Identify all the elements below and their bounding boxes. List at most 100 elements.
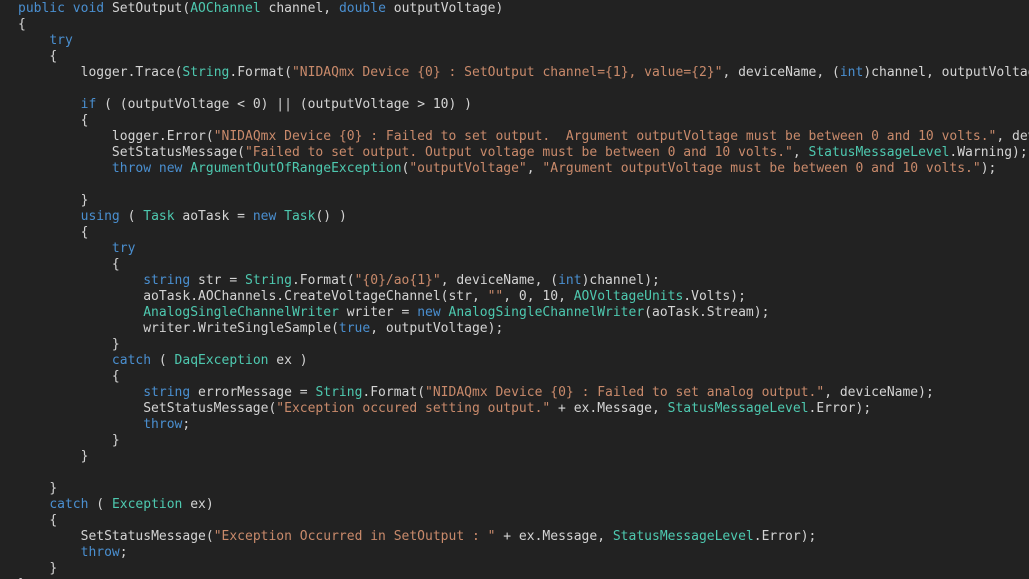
code-line: throw; — [18, 545, 1029, 561]
code-token-punc: ; — [182, 417, 191, 432]
code-editor[interactable]: public void SetOutput (AOChannel channel,… — [0, 0, 1029, 579]
code-token-id: .Warning); — [949, 145, 1028, 160]
code-token-id: SetStatusMessage — [111, 145, 238, 160]
code-token-id: str = — [190, 273, 245, 288]
code-token-id: SetOutput — [111, 1, 183, 16]
code-line: { — [18, 369, 1029, 385]
code-token-id: () ) — [315, 209, 347, 224]
code-token-str: "" — [487, 289, 504, 304]
code-token-punc: ) — [863, 65, 872, 80]
code-token-str: "outputVoltage" — [409, 161, 527, 176]
code-token-id: writer.WriteSingleSample( — [143, 321, 339, 336]
code-token-brace: } — [111, 337, 120, 352]
code-token-brace: { — [49, 49, 58, 64]
code-line: } — [18, 561, 1029, 577]
code-line: throw; — [18, 417, 1029, 433]
code-token-id: , — [526, 289, 543, 304]
code-line: } — [18, 449, 1029, 465]
code-token-id: , deviceName); — [996, 129, 1029, 144]
code-token-id: , — [526, 161, 543, 176]
code-token-punc: ( — [119, 209, 144, 224]
code-line: { — [18, 513, 1029, 529]
code-token-id: , deviceName, — [722, 65, 833, 80]
code-token-kw: string — [143, 385, 191, 400]
code-token-type: StatusMessageLevel — [808, 145, 950, 160]
code-token-type: Exception — [111, 497, 183, 512]
code-token-punc: ( — [832, 65, 840, 80]
code-token-kw: if — [80, 97, 97, 112]
code-token-num: 10 — [542, 289, 559, 304]
code-token-type: AnalogSingleChannelWriter — [448, 305, 645, 320]
code-token-punc: ( — [346, 273, 355, 288]
code-token-type: StatusMessageLevel — [612, 529, 754, 544]
code-token-type: AnalogSingleChannelWriter — [143, 305, 339, 320]
code-token-brace: { — [111, 369, 120, 384]
code-token-id: logger — [80, 65, 128, 80]
code-line: string errorMessage = String.Format("NID… — [18, 385, 1029, 401]
code-token-punc: . — [229, 65, 238, 80]
code-token-num: 10 — [432, 97, 449, 112]
code-token-punc: ( — [284, 65, 292, 80]
code-token-id: SetStatusMessage — [80, 529, 206, 544]
code-text-surface[interactable]: public void SetOutput (AOChannel channel,… — [0, 1, 1029, 579]
code-line: aoTask.AOChannels.CreateVoltageChannel(s… — [18, 289, 1029, 305]
code-token-id: ) ) — [448, 97, 472, 112]
code-token-kw: public — [18, 1, 65, 16]
code-token-id: ex ) — [268, 353, 308, 368]
code-token-punc — [441, 305, 449, 320]
code-token-kw: string — [143, 273, 191, 288]
code-token-id: errorMessage = — [190, 385, 316, 400]
code-token-str: "Argument outputVoltage must be between … — [542, 161, 981, 176]
code-token-brace: { — [80, 113, 89, 128]
code-token-id: Format — [237, 65, 285, 80]
code-token-brace: { — [18, 17, 26, 32]
code-token-str: "Exception Occurred in SetOutput : " — [213, 529, 496, 544]
code-token-id: aoTask.AOChannels.CreateVoltageChannel(s… — [143, 289, 488, 304]
code-token-kw: new — [417, 305, 441, 320]
code-token-kw: using — [80, 209, 120, 224]
code-token-id: ); — [980, 161, 997, 176]
code-token-id: ) || (outputVoltage > — [260, 97, 433, 112]
code-token-str: "Failed to set output. Output voltage mu… — [244, 145, 793, 160]
code-token-id: Trace — [135, 65, 175, 80]
code-line: { — [18, 225, 1029, 241]
code-line: logger.Trace(String.Format("NIDAQmx Devi… — [18, 65, 1029, 81]
code-token-id: + ex.Message, — [550, 401, 668, 416]
code-token-kw: try — [49, 33, 73, 48]
code-token-id: channel, — [260, 1, 339, 16]
code-line: SetStatusMessage("Exception Occurred in … — [18, 529, 1029, 545]
code-token-id: ( (outputVoltage < — [96, 97, 253, 112]
code-token-type: String — [315, 385, 363, 400]
code-token-type: AOVoltageUnits — [573, 289, 684, 304]
code-token-id: channel, outputVoltage)); — [871, 65, 1029, 80]
code-line: logger.Error("NIDAQmx Device {0} : Faile… — [18, 129, 1029, 145]
code-token-brace: { — [111, 257, 120, 272]
code-line: public void SetOutput(AOChannel channel,… — [18, 1, 1029, 17]
code-token-punc — [104, 1, 112, 16]
code-token-punc — [65, 1, 73, 16]
code-token-id: Format — [299, 273, 347, 288]
code-token-punc — [151, 161, 159, 176]
code-token-id: .Volts); — [683, 289, 746, 304]
code-line: if ( (outputVoltage < 0) || (outputVolta… — [18, 97, 1029, 113]
code-token-num: 0 — [252, 97, 261, 112]
code-token-kw: int — [839, 65, 864, 80]
code-token-type: String — [245, 273, 292, 288]
